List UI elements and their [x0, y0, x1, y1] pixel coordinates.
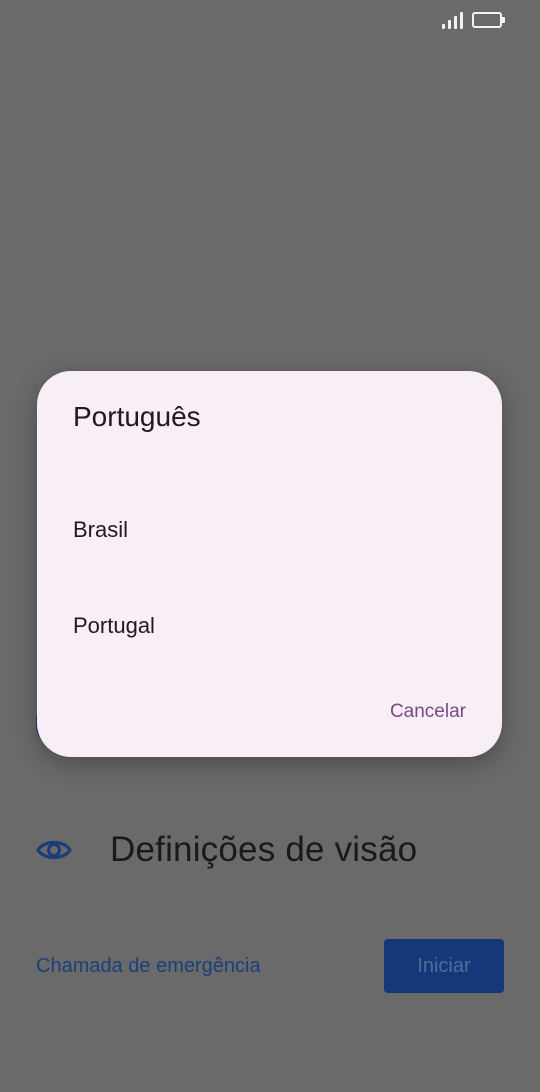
status-bar	[442, 8, 505, 32]
signal-bars-icon	[442, 11, 463, 29]
start-button[interactable]: Iniciar	[384, 939, 504, 993]
screen: Definições de visão Chamada de emergênci…	[0, 0, 540, 1092]
option-brasil[interactable]: Brasil	[37, 498, 502, 562]
cancel-button[interactable]: Cancelar	[390, 701, 466, 723]
emergency-call-link[interactable]: Chamada de emergência	[36, 955, 261, 978]
option-portugal[interactable]: Portugal	[37, 594, 502, 658]
battery-icon	[472, 12, 505, 28]
vision-settings-row[interactable]: Definições de visão	[36, 830, 417, 870]
dialog-title: Português	[73, 401, 201, 432]
bottom-actions: Chamada de emergência Iniciar	[36, 939, 504, 993]
eye-icon	[36, 840, 72, 860]
vision-settings-label: Definições de visão	[110, 830, 418, 869]
language-region-dialog: Português Brasil Portugal Cancelar	[37, 371, 502, 757]
